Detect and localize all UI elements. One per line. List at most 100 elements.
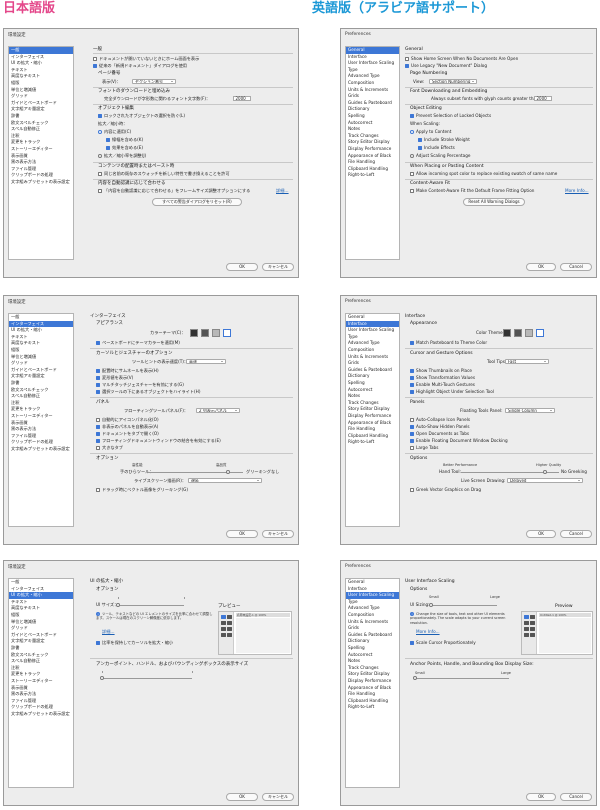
font-subset-input[interactable]: 2000 bbox=[233, 95, 251, 102]
cancel-button[interactable]: Cancel bbox=[560, 263, 592, 271]
ok-button[interactable]: OK bbox=[526, 263, 556, 271]
sidebar-item[interactable]: User Interface Scaling bbox=[346, 327, 399, 334]
sidebar-item[interactable]: クリップボードの処理 bbox=[9, 704, 73, 711]
sidebar-item[interactable]: Autocorrect bbox=[346, 652, 399, 659]
sidebar-item[interactable]: Story Editor Display bbox=[346, 139, 399, 146]
hand-tool-thumb[interactable] bbox=[543, 469, 547, 474]
highlight-object-checkbox[interactable]: Highlight Object Under Selection Tool bbox=[410, 389, 494, 394]
show-transform-checkbox[interactable]: Show Transformation Values bbox=[410, 375, 475, 380]
hand-tool-thumb[interactable] bbox=[226, 469, 230, 474]
ui-size-thumb[interactable] bbox=[116, 602, 120, 607]
sidebar-item[interactable]: Grids bbox=[346, 625, 399, 632]
open-as-tabs-checkbox[interactable]: Open Documents as Tabs bbox=[410, 431, 469, 436]
sidebar-item[interactable]: Spelling bbox=[346, 380, 399, 387]
auto-show-checkbox[interactable]: 非表示のパネルを自動表示(A) bbox=[96, 424, 158, 429]
cancel-button[interactable]: Cancel bbox=[560, 793, 592, 801]
theme-light-swatch[interactable] bbox=[223, 328, 231, 337]
sidebar-item[interactable]: General bbox=[346, 314, 399, 321]
theme-medium-light-swatch[interactable] bbox=[212, 328, 220, 337]
ui-size-thumb[interactable] bbox=[429, 602, 433, 607]
home-screen-checkbox[interactable]: ドキュメントが開いていないときにホーム画面を表示 bbox=[93, 56, 199, 61]
sidebar-item[interactable]: 文字組アキ量設定 bbox=[9, 106, 73, 113]
sidebar-item[interactable]: Track Changes bbox=[346, 400, 399, 407]
sidebar-item[interactable]: Grids bbox=[346, 360, 399, 367]
theme-medium-dark-swatch[interactable] bbox=[514, 328, 522, 337]
sidebar-item[interactable]: Notes bbox=[346, 126, 399, 133]
cancel-button[interactable]: キャンセル bbox=[262, 793, 294, 801]
sidebar-item[interactable]: 高度なテキスト bbox=[9, 73, 73, 80]
include-effects-checkbox[interactable]: 効果を含める(E) bbox=[106, 145, 143, 150]
sidebar-item[interactable]: Guides & Pasteboard bbox=[346, 100, 399, 107]
sidebar-item[interactable]: UI の拡大・縮小 bbox=[9, 327, 73, 334]
sidebar-item[interactable]: ストーリーエディター bbox=[9, 678, 73, 685]
large-tabs-checkbox[interactable]: Large Tabs bbox=[410, 445, 438, 450]
sidebar-item[interactable]: 文字組アキ量設定 bbox=[9, 373, 73, 380]
sidebar-item[interactable]: ストーリーエディター bbox=[9, 146, 73, 153]
ok-button[interactable]: OK bbox=[226, 530, 258, 538]
sidebar-item[interactable]: 一般 bbox=[9, 47, 73, 54]
sidebar-item[interactable]: UI の拡大・縮小 bbox=[9, 60, 73, 67]
prevent-selection-checkbox[interactable]: Prevent Selection of Locked Objects bbox=[410, 113, 491, 118]
sidebar-item[interactable]: 黒の表示方法 bbox=[9, 691, 73, 698]
sidebar-item[interactable]: User Interface Scaling bbox=[346, 60, 399, 67]
sidebar-item[interactable]: Interface bbox=[346, 54, 399, 61]
sidebar-item[interactable]: Guides & Pasteboard bbox=[346, 632, 399, 639]
cancel-button[interactable]: キャンセル bbox=[262, 530, 294, 538]
open-as-tabs-checkbox[interactable]: ドキュメントをタブで開く(O) bbox=[96, 431, 159, 436]
view-select[interactable]: セクション番号 bbox=[132, 78, 176, 85]
sidebar-item[interactable]: Composition bbox=[346, 347, 399, 354]
sidebar-item[interactable]: Advanced Type bbox=[346, 73, 399, 80]
legacy-dialog-checkbox[interactable]: Use Legacy "New Document" Dialog bbox=[405, 63, 487, 68]
sidebar-item[interactable]: Display Performance bbox=[346, 678, 399, 685]
sidebar-item[interactable]: Story Editor Display bbox=[346, 406, 399, 413]
sidebar-item[interactable]: Composition bbox=[346, 612, 399, 619]
include-stroke-checkbox[interactable]: 線幅を含める(K) bbox=[106, 137, 143, 142]
sidebar-item[interactable]: Clipboard Handling bbox=[346, 698, 399, 705]
sidebar-item[interactable]: グリッド bbox=[9, 360, 73, 367]
sidebar-item[interactable]: File Handling bbox=[346, 691, 399, 698]
theme-dark-swatch[interactable] bbox=[503, 328, 511, 337]
sidebar-item[interactable]: 辞書 bbox=[9, 380, 73, 387]
sidebar-item[interactable]: グリッド bbox=[9, 93, 73, 100]
spot-color-checkbox[interactable]: 同じ名前の既存のスウォッチを新しい特性で書き換えることを許可 bbox=[98, 171, 230, 176]
sidebar-item[interactable]: Right-to-Left bbox=[346, 439, 399, 446]
sidebar-item[interactable]: File Handling bbox=[346, 159, 399, 166]
sidebar-item[interactable]: 変更をトラック bbox=[9, 671, 73, 678]
sidebar-item[interactable]: Right-to-Left bbox=[346, 704, 399, 711]
sidebar-item[interactable]: 変更をトラック bbox=[9, 406, 73, 413]
include-stroke-checkbox[interactable]: Include Stroke Weight bbox=[418, 137, 470, 142]
auto-collapse-checkbox[interactable]: Auto-Collapse Icon Panels bbox=[410, 417, 470, 422]
sidebar-item[interactable]: 高度なテキスト bbox=[9, 340, 73, 347]
view-select[interactable]: Section Numbering bbox=[429, 78, 477, 85]
sidebar-item[interactable]: ストーリーエディター bbox=[9, 413, 73, 420]
more-info-link[interactable]: More Info... bbox=[416, 629, 440, 634]
ok-button[interactable]: OK bbox=[526, 530, 556, 538]
highlight-object-checkbox[interactable]: 選択ツールの下にあるオブジェクトをハイライト(H) bbox=[96, 389, 200, 394]
sidebar-item[interactable]: Type bbox=[346, 599, 399, 606]
greek-vector-checkbox[interactable]: ドラッグ時にベクトル画像をグリーキング(G) bbox=[96, 487, 188, 492]
sidebar-item[interactable]: スペル自動修正 bbox=[9, 126, 73, 133]
reset-warnings-button[interactable]: すべての警告ダイアログをリセット(R) bbox=[152, 198, 242, 206]
sidebar-item[interactable]: Interface bbox=[346, 586, 399, 593]
sidebar-item[interactable]: Guides & Pasteboard bbox=[346, 367, 399, 374]
sidebar-item[interactable]: Dictionary bbox=[346, 638, 399, 645]
include-effects-checkbox[interactable]: Include Effects bbox=[418, 145, 455, 150]
sidebar-item[interactable]: Appearance of Black bbox=[346, 153, 399, 160]
sidebar-item[interactable]: Appearance of Black bbox=[346, 685, 399, 692]
theme-light-swatch[interactable] bbox=[536, 328, 544, 337]
floating-tools-select[interactable]: Single Column bbox=[505, 407, 555, 414]
anchor-size-slider[interactable] bbox=[415, 677, 509, 679]
content-aware-checkbox[interactable]: 「内容を自動認識に応じて合わせる」をフレームサイズ調整オプションにする bbox=[98, 188, 250, 193]
sidebar-item[interactable]: Autocorrect bbox=[346, 120, 399, 127]
more-info-link[interactable]: More Info... bbox=[565, 188, 589, 193]
sidebar-item[interactable]: 黒の表示方法 bbox=[9, 426, 73, 433]
sidebar-item[interactable]: 変更をトラック bbox=[9, 139, 73, 146]
sidebar-item[interactable]: Dictionary bbox=[346, 373, 399, 380]
anchor-size-thumb[interactable] bbox=[100, 675, 104, 680]
reset-warnings-button[interactable]: Reset All Warning Dialogs bbox=[463, 198, 525, 206]
sidebar-item[interactable]: Clipboard Handling bbox=[346, 166, 399, 173]
apply-to-content-radio[interactable]: 内容に適用(C) bbox=[98, 129, 131, 134]
sidebar-item[interactable]: General bbox=[346, 579, 399, 586]
sidebar-item[interactable]: 辞書 bbox=[9, 113, 73, 120]
spot-color-checkbox[interactable]: Allow incoming spot color to replace exi… bbox=[410, 171, 557, 176]
